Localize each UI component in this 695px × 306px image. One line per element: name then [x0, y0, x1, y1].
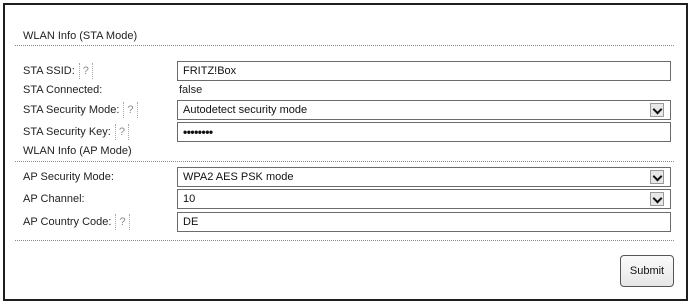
sta-section-divider [15, 45, 674, 46]
ap-channel-selected: 10 [183, 193, 196, 205]
ap-security-mode-label: AP Security Mode: [23, 171, 114, 183]
sta-security-key-label: STA Security Key:? [23, 123, 129, 141]
ap-security-mode-select[interactable]: WPA2 AES PSK mode [177, 167, 671, 187]
sta-ssid-help-icon[interactable]: ? [78, 63, 93, 79]
submit-button[interactable]: Submit [620, 255, 674, 287]
ap-security-mode-selected: WPA2 AES PSK mode [183, 171, 294, 183]
sta-ssid-input[interactable]: FRITZ!Box [177, 61, 671, 81]
sta-security-mode-selected: Autodetect security mode [183, 104, 308, 116]
sta-ssid-label-text: STA SSID: [23, 65, 75, 77]
ap-section-title: WLAN Info (AP Mode) [23, 145, 132, 157]
wlan-settings-panel: WLAN Info (STA Mode) STA SSID:? FRITZ!Bo… [3, 3, 688, 301]
sta-security-mode-label-text: STA Security Mode: [23, 104, 120, 116]
ap-country-code-label: AP Country Code:? [23, 213, 130, 231]
ap-channel-select[interactable]: 10 [177, 189, 671, 209]
sta-security-mode-label: STA Security Mode:? [23, 101, 138, 119]
sta-security-mode-select[interactable]: Autodetect security mode [177, 100, 671, 120]
sta-ssid-label: STA SSID:? [23, 62, 93, 80]
sta-security-key-label-text: STA Security Key: [23, 126, 111, 138]
sta-connected-value: false [179, 84, 203, 96]
ap-channel-label: AP Channel: [23, 193, 85, 205]
ap-country-code-label-text: AP Country Code: [23, 216, 112, 228]
sta-security-key-help-icon[interactable]: ? [114, 124, 129, 140]
form-footer-divider [15, 240, 674, 241]
sta-connected-label: STA Connected: [23, 84, 103, 96]
chevron-down-icon[interactable] [650, 103, 664, 117]
chevron-down-icon[interactable] [650, 170, 664, 184]
sta-security-key-input[interactable]: •••••••• [177, 122, 671, 142]
sta-section-title: WLAN Info (STA Mode) [23, 30, 138, 42]
sta-security-mode-help-icon[interactable]: ? [123, 102, 138, 118]
ap-country-code-help-icon[interactable]: ? [115, 214, 130, 230]
chevron-down-icon[interactable] [650, 192, 664, 206]
ap-section-divider [15, 161, 674, 162]
ap-country-code-input[interactable]: DE [177, 212, 671, 232]
